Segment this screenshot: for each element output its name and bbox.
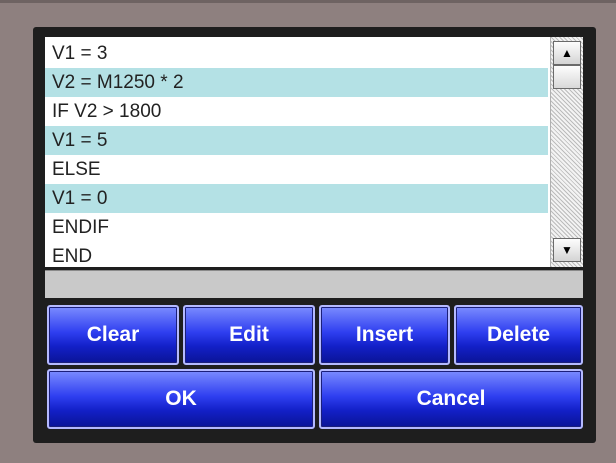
scroll-thumb[interactable]: [553, 65, 581, 89]
line-edit-field[interactable]: [45, 270, 583, 298]
program-line[interactable]: IF V2 > 1800: [45, 97, 548, 126]
program-line[interactable]: ELSE: [45, 155, 548, 184]
program-line[interactable]: V1 = 0: [45, 184, 548, 213]
program-line[interactable]: ENDIF: [45, 213, 548, 242]
delete-button[interactable]: Delete: [454, 305, 583, 365]
program-line[interactable]: V1 = 5: [45, 126, 548, 155]
scroll-up-arrow-icon[interactable]: ▲: [553, 41, 581, 65]
clear-button[interactable]: Clear: [47, 305, 179, 365]
vertical-scrollbar[interactable]: ▲ ▼: [550, 37, 583, 267]
ok-button[interactable]: OK: [47, 369, 315, 429]
program-line[interactable]: V1 = 3: [45, 39, 548, 68]
program-listbox[interactable]: V1 = 3 V2 = M1250 * 2 IF V2 > 1800 V1 = …: [45, 37, 583, 267]
program-line[interactable]: END: [45, 242, 548, 267]
edit-button[interactable]: Edit: [183, 305, 315, 365]
insert-button[interactable]: Insert: [319, 305, 450, 365]
program-line[interactable]: V2 = M1250 * 2: [45, 68, 548, 97]
scroll-down-arrow-icon[interactable]: ▼: [553, 238, 581, 262]
cancel-button[interactable]: Cancel: [319, 369, 583, 429]
